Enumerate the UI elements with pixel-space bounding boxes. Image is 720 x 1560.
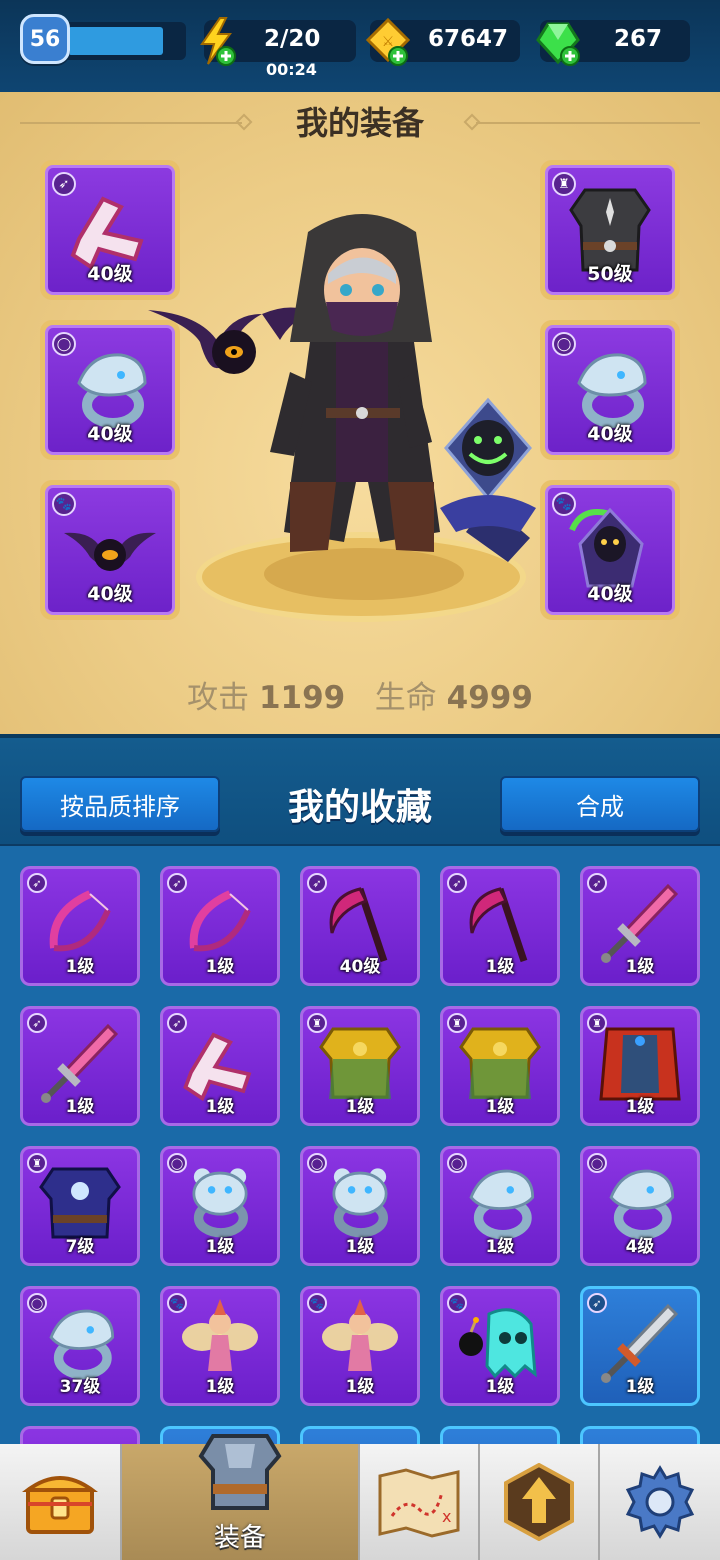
equip-slot-pet-right[interactable]: 🐾 40级 [540, 480, 680, 620]
gold-counter[interactable]: ⚔ 67647 [365, 17, 520, 66]
collection-item[interactable]: ◯ 1级 [440, 1146, 560, 1266]
slot-level: 40级 [587, 423, 633, 445]
collection-item[interactable]: ➶ 1级 [160, 1006, 280, 1126]
item-level: 1级 [205, 957, 235, 977]
slot-level: 40级 [87, 263, 133, 285]
collection-item[interactable]: ➶ 1级 [20, 1006, 140, 1126]
slot-level: 50级 [587, 263, 633, 285]
treasure-chest-icon [22, 1476, 98, 1534]
collection-item[interactable]: ➶ 1级 [20, 866, 140, 986]
item-level: 1级 [205, 1237, 235, 1257]
collection-item[interactable]: ♜ 1级 [580, 1006, 700, 1126]
armor-icon [198, 1434, 282, 1510]
item-level: 1级 [345, 1237, 375, 1257]
item-level: 1级 [345, 1377, 375, 1397]
energy-counter[interactable]: 2/20 [200, 17, 356, 66]
item-level: 1级 [65, 957, 95, 977]
equipment-panel: 我的装备 ➶ 40级 ♜ 50级 ◯ 40级 ◯ 40级 🐾 40级 🐾 40级… [0, 92, 720, 734]
equip-slot-ring-left[interactable]: ◯ 40级 [40, 320, 180, 460]
equip-slot-ring-right[interactable]: ◯ 40级 [540, 320, 680, 460]
slot-level: 40级 [587, 583, 633, 605]
gem-value: 267 [614, 26, 663, 52]
collection-item[interactable]: ➶ 1级 [580, 866, 700, 986]
collection-item[interactable]: ➶ 40级 [300, 866, 420, 986]
sort-by-quality-button[interactable]: 按品质排序 [20, 776, 220, 832]
nav-tab-shop[interactable] [0, 1444, 122, 1560]
player-level-badge[interactable]: 56 [20, 14, 70, 64]
item-level: 37级 [59, 1377, 101, 1397]
energy-plus-icon[interactable] [196, 16, 240, 72]
attack-label: 攻击 [187, 680, 250, 716]
item-level: 1级 [485, 1237, 515, 1257]
collection-item[interactable]: 🐾 1级 [160, 1286, 280, 1406]
slot-level: 40级 [87, 423, 133, 445]
collection-header: 按品质排序 我的收藏 合成 [0, 734, 720, 844]
equipment-title: 我的装备 [295, 104, 424, 142]
collection-item[interactable]: ◯ 1级 [300, 1146, 420, 1266]
gem-plus-icon[interactable] [536, 18, 586, 72]
collection-item[interactable]: ♜ 1级 [440, 1006, 560, 1126]
equip-slot-weapon[interactable]: ➶ 40级 [40, 160, 180, 300]
svg-text:⚔: ⚔ [382, 34, 395, 50]
item-level: 7级 [65, 1237, 95, 1257]
collection-item[interactable]: 🐾 1级 [440, 1286, 560, 1406]
gold-plus-icon[interactable]: ⚔ [365, 17, 416, 72]
gem-counter[interactable]: 267 [536, 20, 690, 66]
collection-item[interactable]: ➶ 1级 [440, 866, 560, 986]
xp-bar [54, 22, 186, 60]
collection-item[interactable] [440, 1426, 560, 1446]
collection-item[interactable] [580, 1426, 700, 1446]
item-level: 1级 [65, 1097, 95, 1117]
slot-level: 40级 [87, 583, 133, 605]
hp-label: 生命 [374, 680, 437, 716]
xp-bar-fill [68, 27, 163, 55]
item-level: 1级 [205, 1377, 235, 1397]
bottom-nav: 装备 x [0, 1434, 720, 1560]
nav-tab-equipment[interactable]: 装备 [122, 1434, 360, 1560]
collection-title: 我的收藏 [287, 787, 432, 828]
collection-item[interactable]: ◯ 4级 [580, 1146, 700, 1266]
equip-slot-armor[interactable]: ♜ 50级 [540, 160, 680, 300]
hero-character[interactable] [140, 202, 560, 572]
reaper-pet [440, 397, 536, 562]
energy-value: 2/20 [264, 26, 321, 52]
collection-grid: ➶ 1级 ➶ 1级 ➶ 40级 ➶ 1级 ➶ 1级 ➶ 1级 ➶ 1级 ♜ 1级 ♜ 1级 ♜ 1级 ♜ 7级 ◯ 1级 ◯ 1级… [0, 846, 720, 1446]
item-level: 40级 [339, 957, 381, 977]
map-icon: x [378, 1468, 460, 1538]
item-level: 1级 [485, 1377, 515, 1397]
collection-item[interactable] [300, 1426, 420, 1446]
collection-item[interactable]: ➶ 1级 [160, 866, 280, 986]
nav-tab-upgrade[interactable] [480, 1444, 600, 1560]
item-level: 1级 [205, 1097, 235, 1117]
svg-text:x: x [442, 1507, 451, 1526]
item-level: 1级 [625, 957, 655, 977]
collection-item[interactable]: ♜ 7级 [20, 1146, 140, 1266]
attack-value: 1199 [258, 680, 346, 716]
upgrade-arrow-icon [504, 1463, 574, 1541]
gear-icon [625, 1465, 695, 1539]
hp-value: 4999 [446, 680, 533, 716]
gold-value: 67647 [428, 26, 509, 52]
item-level: 1级 [485, 1097, 515, 1117]
merge-button[interactable]: 合成 [500, 776, 700, 832]
top-status-bar: 56 2/20 00:24 ⚔ 67647 267 [0, 0, 720, 92]
bat-pet-art [64, 532, 156, 571]
item-level: 1级 [625, 1377, 655, 1397]
nav-tab-settings[interactable] [600, 1444, 720, 1560]
item-level: 1级 [485, 957, 515, 977]
collection-item[interactable]: 🐾 1级 [300, 1286, 420, 1406]
collection-item[interactable] [20, 1426, 140, 1446]
item-level: 4级 [625, 1237, 655, 1257]
item-level: 1级 [625, 1097, 655, 1117]
collection-item[interactable]: ➶ 1级 [580, 1286, 700, 1406]
collection-item[interactable]: ♜ 1级 [300, 1006, 420, 1126]
nav-tab-map[interactable]: x [360, 1444, 480, 1560]
collection-item[interactable]: ◯ 1级 [160, 1146, 280, 1266]
nav-label-equipment: 装备 [213, 1523, 266, 1553]
equip-slot-pet-left[interactable]: 🐾 40级 [40, 480, 180, 620]
collection-item[interactable]: ◯ 37级 [20, 1286, 140, 1406]
item-level: 1级 [345, 1097, 375, 1117]
hero-stats: 攻击 1199 生命 4999 [0, 672, 720, 717]
energy-timer: 00:24 [266, 60, 317, 79]
